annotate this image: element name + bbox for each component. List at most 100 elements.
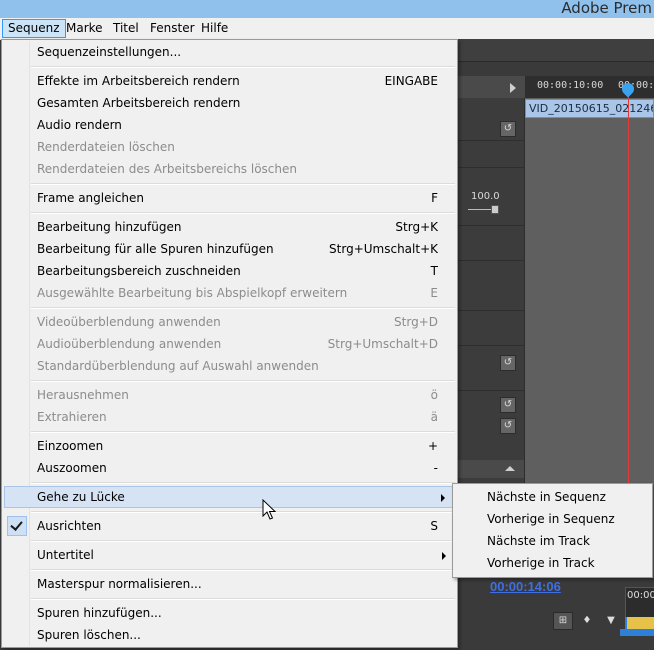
menu-item-label: Bearbeitung hinzufügen [37, 220, 182, 234]
sync-lock-icon[interactable]: ↺ [500, 121, 516, 137]
insert-icon[interactable]: ⊞ [553, 612, 573, 630]
submenu-arrow-icon [442, 552, 446, 560]
menu-item-renderdateien-loeschen[interactable]: Renderdateien löschen [4, 136, 455, 158]
menu-item-effekte-rendern[interactable]: Effekte im Arbeitsbereich rendern EINGAB… [4, 70, 455, 92]
menu-item-frame-angleichen[interactable]: Frame angleichen F [4, 187, 455, 209]
menu-item-label: Ausrichten [37, 519, 102, 533]
menu-item-shortcut: Strg+Umschalt+D [327, 337, 438, 351]
track-divider [457, 140, 524, 141]
sequenz-menu-dropdown: Sequenzeinstellungen... Effekte im Arbei… [1, 39, 458, 648]
gap-submenu: Nächste in Sequenz Vorherige in Sequenz … [452, 483, 653, 578]
marker-icon[interactable]: ▼ [601, 612, 621, 630]
play-triangle-icon[interactable] [510, 83, 516, 93]
menu-item-label: Gesamten Arbeitsbereich rendern [37, 96, 241, 110]
menu-separator [31, 380, 455, 382]
menu-separator [31, 431, 455, 433]
menu-item-herausnehmen[interactable]: Herausnehmen ö [4, 384, 455, 406]
menu-item-label: Auszoomen [37, 461, 107, 475]
sync-lock-icon[interactable]: ↺ [500, 418, 516, 434]
track-divider [457, 310, 524, 311]
menu-item-shortcut: ä [430, 410, 438, 424]
title-bar: Adobe Prem [0, 0, 654, 18]
mini-work-area-bar[interactable] [620, 629, 654, 636]
menu-sequenz[interactable]: Sequenz [2, 19, 66, 38]
submenu-item-label: Nächste im Track [487, 534, 590, 548]
menu-item-bearbeitung-hinzufuegen[interactable]: Bearbeitung hinzufügen Strg+K [4, 216, 455, 238]
mic-icon[interactable]: ♦ [577, 612, 597, 630]
menu-bar: Sequenz Marke Titel Fenster Hilfe [0, 18, 654, 40]
menu-item-standardueberblendung[interactable]: Standardüberblendung auf Auswahl anwende… [4, 355, 455, 377]
menu-item-arbeitsbereich-rendern[interactable]: Gesamten Arbeitsbereich rendern [4, 92, 455, 114]
sync-lock-icon[interactable]: ↺ [500, 397, 516, 413]
menu-item-shortcut: E [430, 286, 438, 300]
menu-item-gehe-zu-luecke[interactable]: Gehe zu Lücke [4, 486, 455, 508]
menu-item-videoueberblendung[interactable]: Videoüberblendung anwenden Strg+D [4, 311, 455, 333]
menu-separator [31, 482, 455, 484]
menu-separator [31, 212, 455, 214]
menu-item-renderdateien-arbeitsbereich-loeschen[interactable]: Renderdateien des Arbeitsbereichs lösche… [4, 158, 455, 180]
menu-item-audioueberblendung[interactable]: Audioüberblendung anwenden Strg+Umschalt… [4, 333, 455, 355]
menu-titel[interactable]: Titel [108, 20, 144, 37]
menu-item-shortcut: + [427, 439, 438, 453]
submenu-item-label: Vorherige in Sequenz [487, 512, 615, 526]
menu-item-auszoomen[interactable]: Auszoomen - [4, 457, 455, 479]
menu-separator [31, 540, 455, 542]
menu-item-label: Effekte im Arbeitsbereich rendern [37, 74, 240, 88]
scroll-up-icon[interactable] [505, 466, 515, 471]
menu-item-sequenzeinstellungen[interactable]: Sequenzeinstellungen... [4, 41, 455, 63]
menu-separator [31, 569, 455, 571]
menu-item-masterspur-normalisieren[interactable]: Masterspur normalisieren... [4, 573, 455, 595]
menu-item-extrahieren[interactable]: Extrahieren ä [4, 406, 455, 428]
menu-item-shortcut: EINGABE [384, 74, 438, 88]
video-clip[interactable]: VID_20150615_021246.3gp [525, 99, 654, 118]
menu-item-label: Frame angleichen [37, 191, 145, 205]
menu-item-audio-rendern[interactable]: Audio rendern [4, 114, 455, 136]
menu-separator [31, 66, 455, 68]
menu-item-label: Renderdateien löschen [37, 140, 175, 154]
ruler-timecode-1: 00:00:10:00 [537, 80, 604, 91]
menu-separator [31, 307, 455, 309]
menu-item-label: Spuren hinzufügen... [37, 606, 162, 620]
menu-separator [31, 511, 455, 513]
submenu-item-vorherige-in-track[interactable]: Vorherige in Track [455, 552, 650, 574]
menu-item-label: Audio rendern [37, 118, 122, 132]
submenu-item-naechste-in-sequenz[interactable]: Nächste in Sequenz [455, 486, 650, 508]
menu-item-bearbeitung-alle-spuren[interactable]: Bearbeitung für alle Spuren hinzufügen S… [4, 238, 455, 260]
menu-item-label: Gehe zu Lücke [37, 490, 125, 504]
menu-item-untertitel[interactable]: Untertitel [4, 544, 455, 566]
menu-item-einzoomen[interactable]: Einzoomen + [4, 435, 455, 457]
menu-item-label: Bearbeitungsbereich zuschneiden [37, 264, 241, 278]
track-divider [457, 390, 524, 391]
mini-clip[interactable] [625, 617, 654, 629]
checkmark-box [7, 516, 27, 536]
menu-item-shortcut: Strg+Umschalt+K [329, 242, 438, 256]
menu-item-shortcut: Strg+D [394, 315, 438, 329]
menu-hilfe[interactable]: Hilfe [196, 20, 233, 37]
menu-item-shortcut: ö [430, 388, 438, 402]
menu-item-spuren-loeschen[interactable]: Spuren löschen... [4, 624, 455, 646]
checkmark-icon [10, 518, 23, 531]
sync-lock-icon[interactable]: ↺ [500, 355, 516, 371]
menu-item-bearbeitungsbereich-zuschneiden[interactable]: Bearbeitungsbereich zuschneiden T [4, 260, 455, 282]
menu-item-label: Videoüberblendung anwenden [37, 315, 221, 329]
menu-separator [31, 183, 455, 185]
menu-fenster[interactable]: Fenster [145, 20, 200, 37]
mini-ruler-timecode: 00:00 [627, 590, 654, 601]
submenu-item-naechste-im-track[interactable]: Nächste im Track [455, 530, 650, 552]
track-divider [457, 345, 524, 346]
track-divider [457, 167, 524, 168]
track-divider [457, 260, 524, 261]
submenu-item-label: Vorherige in Track [487, 556, 595, 570]
menu-item-label: Untertitel [37, 548, 94, 562]
mouse-cursor-icon [262, 499, 276, 520]
menu-item-bearbeitung-erweitern[interactable]: Ausgewählte Bearbeitung bis Abspielkopf … [4, 282, 455, 304]
submenu-item-vorherige-in-sequenz[interactable]: Vorherige in Sequenz [455, 508, 650, 530]
track-divider [457, 225, 524, 226]
menu-item-ausrichten[interactable]: Ausrichten S [4, 515, 455, 537]
menu-marke[interactable]: Marke [61, 20, 108, 37]
current-timecode[interactable]: 00:00:14:06 [490, 579, 561, 594]
volume-slider-knob[interactable] [491, 205, 499, 214]
menu-item-label: Standardüberblendung auf Auswahl anwende… [37, 359, 319, 373]
menu-item-spuren-hinzufuegen[interactable]: Spuren hinzufügen... [4, 602, 455, 624]
menu-item-label: Extrahieren [37, 410, 107, 424]
